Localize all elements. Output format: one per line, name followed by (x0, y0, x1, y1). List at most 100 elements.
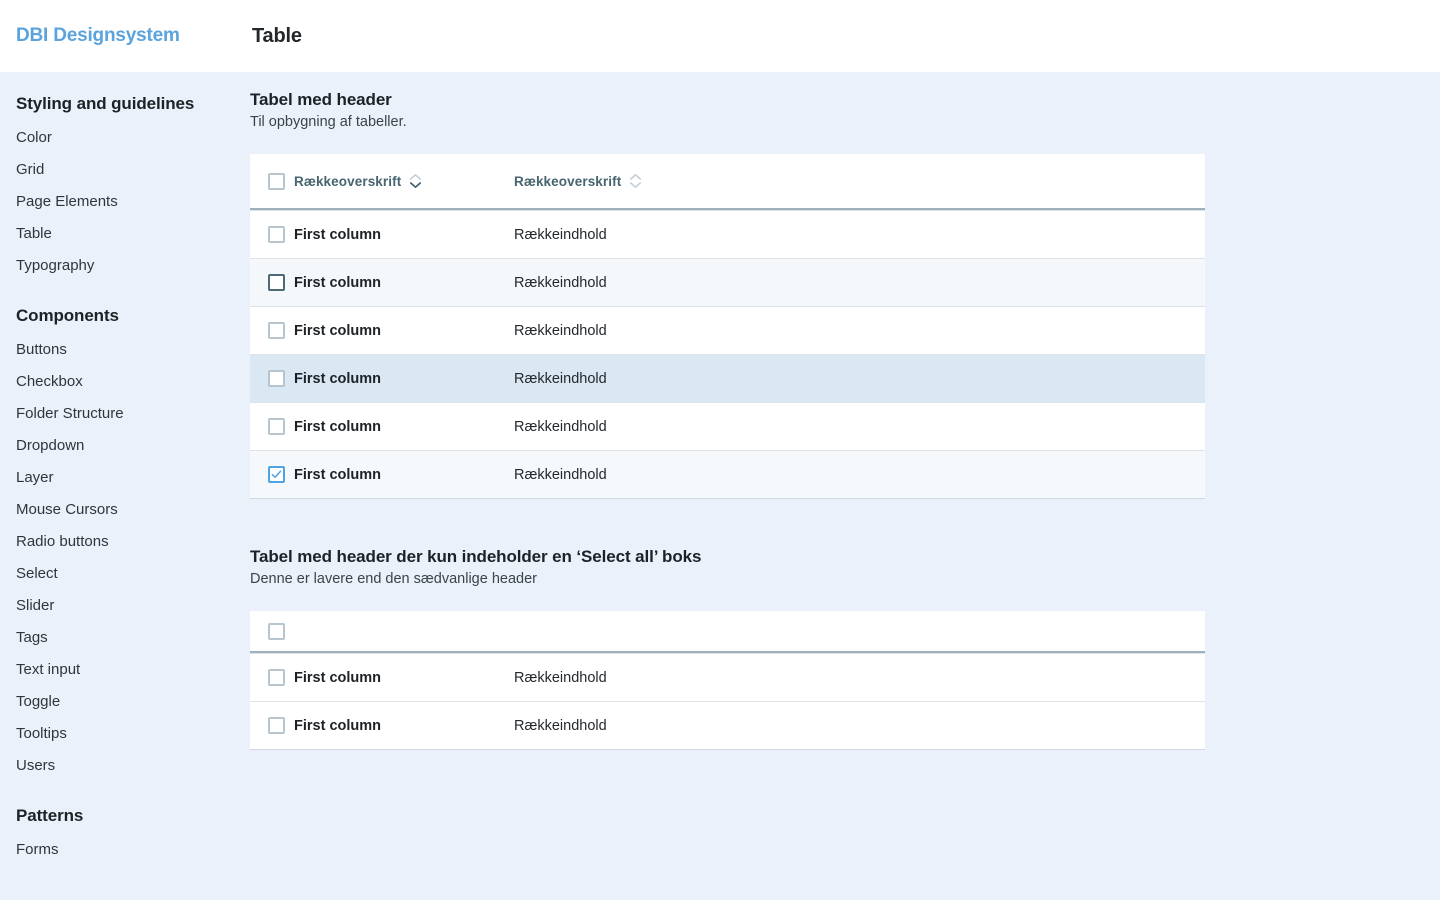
row-checkbox-cell (268, 669, 294, 686)
row-cell-content-text: Rækkeindhold (514, 466, 607, 483)
row-cell-content: Rækkeindhold (514, 227, 1205, 243)
sidebar-item-page-elements[interactable]: Page Elements (0, 186, 234, 218)
sidebar-heading: Styling and guidelines (16, 94, 195, 113)
chevron-down-icon (410, 182, 422, 188)
sidebar-item-users[interactable]: Users (0, 750, 234, 782)
row-cell-first: First column (294, 718, 514, 734)
row-cell-content: Rækkeindhold (514, 419, 1205, 435)
row-checkbox-cell (268, 717, 294, 734)
sidebar-item-text-input[interactable]: Text input (0, 654, 234, 686)
row-checkbox-cell (268, 370, 294, 387)
sidebar-group: Styling and guidelines Color Grid Page Elem… (0, 94, 234, 282)
chevron-up-icon (630, 174, 642, 180)
sidebar-heading: Patterns (16, 806, 84, 825)
app-shell: Styling and guidelines Color Grid Page Elem… (0, 72, 1440, 900)
row-checkbox[interactable] (268, 370, 285, 387)
row-cell-first-text: First column (294, 466, 382, 483)
row-cell-content: Rækkeindhold (514, 467, 1205, 483)
row-cell-first: First column (294, 227, 514, 243)
row-checkbox[interactable] (268, 466, 285, 483)
row-checkbox-cell (268, 418, 294, 435)
row-cell-content-text: Rækkeindhold (514, 370, 607, 387)
sidebar-item-buttons[interactable]: Buttons (0, 334, 234, 366)
row-cell-content: Rækkeindhold (514, 718, 1205, 734)
row-cell-first: First column (294, 371, 514, 387)
row-checkbox[interactable] (268, 717, 285, 734)
sidebar-item-forms[interactable]: Forms (0, 834, 234, 866)
row-checkbox[interactable] (268, 226, 285, 243)
table-section: Tabel med header der kun indeholder en ‘… (250, 547, 1440, 750)
page-title: Table (252, 24, 302, 47)
row-checkbox-cell (268, 322, 294, 339)
select-all-checkbox[interactable] (268, 172, 285, 190)
table-section: Tabel med header Til opbygning af tabelle… (250, 90, 1440, 499)
table-row[interactable]: First column Rækkeindhold (250, 354, 1205, 402)
table-row[interactable]: First column Rækkeindhold (250, 701, 1205, 749)
column-header-b[interactable]: Rækkeoverskrift (514, 173, 1205, 189)
sidebar-item-checkbox[interactable]: Checkbox (0, 366, 234, 398)
sidebar-item-select[interactable]: Select (0, 558, 234, 590)
table-row[interactable]: First column Rækkeindhold (250, 450, 1205, 498)
chevron-down-icon (630, 182, 642, 188)
sort-icon[interactable] (630, 173, 642, 189)
row-cell-content-text: Rækkeindhold (514, 418, 607, 435)
data-table: Rækkeoverskrift Rækkeoverskrift First colu… (250, 154, 1205, 499)
row-checkbox-cell (268, 466, 294, 483)
row-cell-first: First column (294, 467, 514, 483)
sidebar-item-tags[interactable]: Tags (0, 622, 234, 654)
row-cell-first-text: First column (294, 669, 382, 686)
row-cell-content: Rækkeindhold (514, 670, 1205, 686)
table-row[interactable]: First column Rækkeindhold (250, 306, 1205, 354)
chevron-up-icon (410, 174, 422, 180)
table-row[interactable]: First column Rækkeindhold (250, 210, 1205, 258)
sidebar: Styling and guidelines Color Grid Page Elem… (0, 72, 234, 900)
sidebar-item-color[interactable]: Color (0, 122, 234, 154)
row-cell-content-text: Rækkeindhold (514, 717, 607, 734)
sidebar-item-toggle[interactable]: Toggle (0, 686, 234, 718)
column-header-a[interactable]: Rækkeoverskrift (294, 173, 514, 189)
sidebar-item-grid[interactable]: Grid (0, 154, 234, 186)
sidebar-item-layer[interactable]: Layer (0, 462, 234, 494)
row-checkbox[interactable] (268, 322, 285, 339)
row-cell-content: Rækkeindhold (514, 275, 1205, 291)
table-row[interactable]: First column Rækkeindhold (250, 653, 1205, 701)
sidebar-heading: Components (16, 306, 119, 325)
main-content: Tabel med header Til opbygning af tabelle… (234, 72, 1440, 900)
header-checkbox-cell (268, 172, 294, 190)
sidebar-item-typography[interactable]: Typography (0, 250, 234, 282)
sidebar-item-slider[interactable]: Slider (0, 590, 234, 622)
row-cell-first-text: First column (294, 370, 382, 387)
row-checkbox[interactable] (268, 274, 285, 291)
table-row[interactable]: First column Rækkeindhold (250, 402, 1205, 450)
sidebar-item-folder-structure[interactable]: Folder Structure (0, 398, 234, 430)
row-checkbox[interactable] (268, 669, 285, 686)
row-checkbox[interactable] (268, 418, 285, 435)
row-cell-content-text: Rækkeindhold (514, 274, 607, 291)
column-header-b-label: Rækkeoverskrift (514, 173, 622, 189)
sidebar-item-tooltips[interactable]: Tooltips (0, 718, 234, 750)
section-title: Tabel med header der kun indeholder en ‘… (250, 547, 702, 566)
section-subtitle: Denne er lavere end den sædvanlige heade… (250, 571, 537, 587)
table-header-row (250, 611, 1205, 653)
sidebar-item-mouse-cursors[interactable]: Mouse Cursors (0, 494, 234, 526)
section-subtitle: Til opbygning af tabeller. (250, 114, 407, 130)
brand-logo[interactable]: DBI Designsystem (0, 25, 234, 47)
sidebar-item-radio-buttons[interactable]: Radio buttons (0, 526, 234, 558)
row-cell-content: Rækkeindhold (514, 323, 1205, 339)
top-bar: DBI Designsystem Table (0, 0, 1440, 72)
sort-icon[interactable] (410, 173, 422, 189)
table-row[interactable]: First column Rækkeindhold (250, 258, 1205, 306)
column-header-a-label: Rækkeoverskrift (294, 173, 402, 189)
row-checkbox-cell (268, 226, 294, 243)
select-all-checkbox[interactable] (268, 622, 285, 640)
sidebar-item-table[interactable]: Table (0, 218, 234, 250)
row-cell-content: Rækkeindhold (514, 371, 1205, 387)
table-header-row: Rækkeoverskrift Rækkeoverskrift (250, 154, 1205, 210)
sidebar-item-dropdown[interactable]: Dropdown (0, 430, 234, 462)
row-cell-content-text: Rækkeindhold (514, 226, 607, 243)
row-cell-content-text: Rækkeindhold (514, 322, 607, 339)
header-checkbox-cell (268, 622, 294, 640)
section-title: Tabel med header (250, 90, 392, 109)
row-cell-content-text: Rækkeindhold (514, 669, 607, 686)
row-cell-first-text: First column (294, 322, 382, 339)
